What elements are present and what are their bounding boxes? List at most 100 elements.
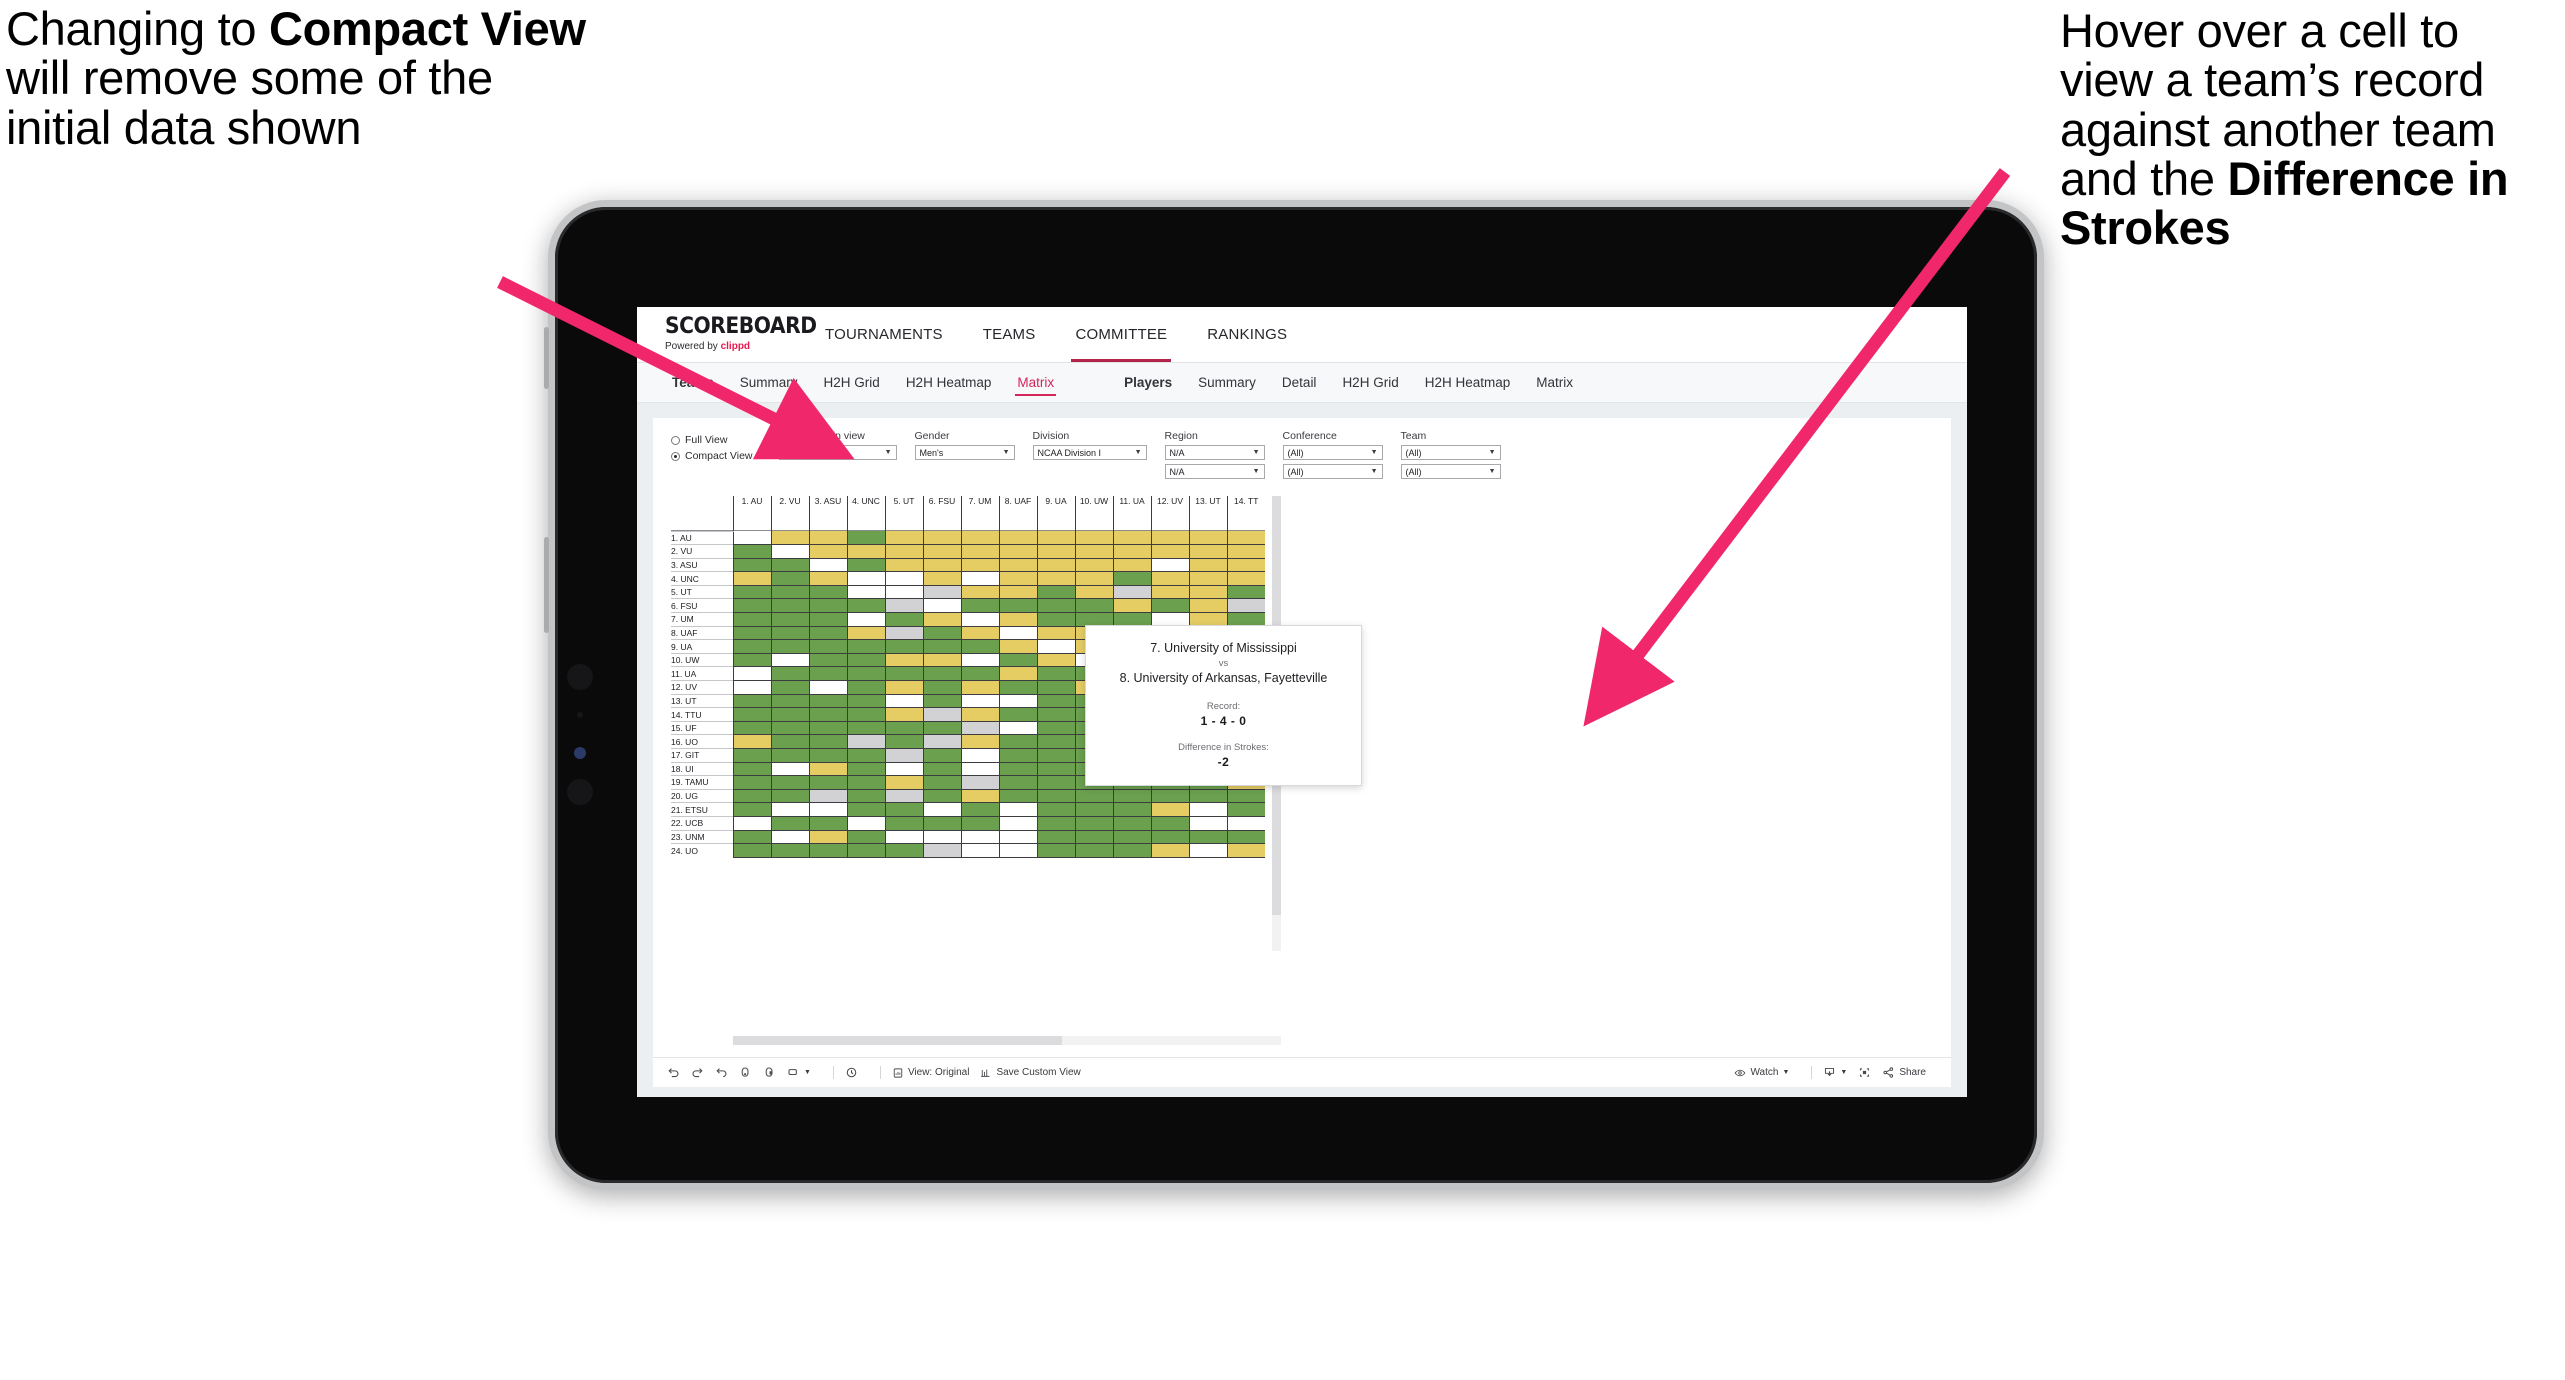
matrix-cell[interactable] bbox=[1074, 816, 1113, 831]
matrix-cell[interactable] bbox=[846, 707, 885, 722]
matrix-cell[interactable] bbox=[884, 680, 923, 695]
brand-logo[interactable]: SCOREBOARD Powered by clippd bbox=[637, 307, 817, 362]
matrix-cell[interactable] bbox=[998, 680, 1037, 695]
nav-item-committee[interactable]: COMMITTEE bbox=[1055, 307, 1187, 362]
matrix-cell[interactable] bbox=[922, 789, 961, 804]
matrix-cell[interactable] bbox=[770, 666, 809, 682]
matrix-cell[interactable] bbox=[770, 653, 809, 668]
matrix-cell[interactable] bbox=[1036, 544, 1075, 559]
matrix-cell[interactable] bbox=[846, 598, 885, 614]
matrix-cell[interactable] bbox=[998, 707, 1037, 722]
matrix-cell[interactable] bbox=[846, 721, 885, 736]
matrix-cell[interactable] bbox=[1150, 558, 1189, 573]
matrix-cell[interactable] bbox=[808, 707, 847, 722]
matrix-cell[interactable] bbox=[998, 802, 1037, 817]
matrix-cell[interactable] bbox=[846, 680, 885, 695]
matrix-cell[interactable] bbox=[1150, 816, 1189, 831]
matrix-cell[interactable] bbox=[960, 531, 999, 546]
matrix-cell[interactable] bbox=[1036, 626, 1075, 641]
pause-auto-updates-button[interactable] bbox=[763, 1066, 776, 1079]
matrix-cell[interactable] bbox=[1188, 802, 1227, 817]
matrix-cell[interactable] bbox=[770, 639, 809, 654]
matrix-cell[interactable] bbox=[922, 626, 961, 641]
matrix-cell[interactable] bbox=[1188, 531, 1227, 546]
filter-region-select-1[interactable]: N/A ▼ bbox=[1164, 445, 1265, 460]
nav-item-teams[interactable]: TEAMS bbox=[963, 307, 1056, 362]
tab-teams-h2h-grid[interactable]: H2H Grid bbox=[811, 363, 893, 403]
matrix-cell[interactable] bbox=[1188, 544, 1227, 559]
matrix-cell[interactable] bbox=[998, 666, 1037, 682]
matrix-cell[interactable] bbox=[884, 544, 923, 559]
matrix-cell[interactable] bbox=[732, 626, 771, 641]
matrix-cell[interactable] bbox=[732, 639, 771, 654]
matrix-cell[interactable] bbox=[960, 680, 999, 695]
matrix-cell[interactable] bbox=[884, 789, 923, 804]
matrix-cell[interactable] bbox=[1036, 762, 1075, 777]
matrix-cell[interactable] bbox=[732, 666, 771, 682]
matrix-cell[interactable] bbox=[960, 558, 999, 573]
nav-item-tournaments[interactable]: TOURNAMENTS bbox=[805, 307, 963, 362]
matrix-horizontal-scrollbar[interactable] bbox=[733, 1036, 1281, 1045]
matrix-cell[interactable] bbox=[808, 843, 847, 858]
matrix-cell[interactable] bbox=[808, 571, 847, 586]
undo-button[interactable] bbox=[667, 1066, 680, 1079]
matrix-cell[interactable] bbox=[808, 816, 847, 831]
matrix-cell[interactable] bbox=[998, 789, 1037, 804]
matrix-cell[interactable] bbox=[808, 598, 847, 614]
tab-players-h2h-grid[interactable]: H2H Grid bbox=[1329, 363, 1411, 403]
view-original-button[interactable]: View: Original bbox=[892, 1067, 969, 1079]
matrix-cell[interactable] bbox=[960, 598, 999, 614]
matrix-cell[interactable] bbox=[922, 762, 961, 777]
matrix-cell[interactable] bbox=[998, 544, 1037, 559]
matrix-cell[interactable] bbox=[922, 598, 961, 614]
matrix-cell[interactable] bbox=[960, 775, 999, 790]
matrix-cell[interactable] bbox=[960, 789, 999, 804]
matrix-cell[interactable] bbox=[960, 802, 999, 817]
matrix-cell[interactable] bbox=[1226, 544, 1265, 559]
matrix-cell[interactable] bbox=[1036, 653, 1075, 668]
matrix-cell[interactable] bbox=[1188, 816, 1227, 831]
matrix-cell[interactable] bbox=[732, 748, 771, 763]
matrix-cell[interactable] bbox=[732, 612, 771, 627]
matrix-cell[interactable] bbox=[1112, 531, 1151, 546]
matrix-cell[interactable] bbox=[808, 680, 847, 695]
matrix-cell[interactable] bbox=[1226, 816, 1265, 831]
matrix-cell[interactable] bbox=[1150, 789, 1189, 804]
matrix-cell[interactable] bbox=[808, 721, 847, 736]
matrix-cell[interactable] bbox=[808, 653, 847, 668]
matrix-cell[interactable] bbox=[1188, 830, 1227, 845]
matrix-cell[interactable] bbox=[998, 626, 1037, 641]
matrix-cell[interactable] bbox=[922, 585, 961, 600]
matrix-cell[interactable] bbox=[884, 639, 923, 654]
matrix-cell[interactable] bbox=[884, 598, 923, 614]
matrix-cell[interactable] bbox=[808, 789, 847, 804]
matrix-cell[interactable] bbox=[998, 571, 1037, 586]
matrix-cell[interactable] bbox=[1036, 585, 1075, 600]
matrix-cell[interactable] bbox=[960, 816, 999, 831]
matrix-cell[interactable] bbox=[732, 558, 771, 573]
filter-division-select[interactable]: NCAA Division I ▼ bbox=[1032, 445, 1147, 460]
matrix-cell[interactable] bbox=[846, 571, 885, 586]
matrix-cell[interactable] bbox=[846, 843, 885, 858]
matrix-cell[interactable] bbox=[1036, 666, 1075, 682]
matrix-cell[interactable] bbox=[1226, 789, 1265, 804]
matrix-cell[interactable] bbox=[1036, 816, 1075, 831]
matrix-cell[interactable] bbox=[770, 707, 809, 722]
matrix-cell[interactable] bbox=[922, 721, 961, 736]
matrix-cell[interactable] bbox=[884, 775, 923, 790]
matrix-cell[interactable] bbox=[770, 830, 809, 845]
matrix-cell[interactable] bbox=[1036, 707, 1075, 722]
matrix-cell[interactable] bbox=[1112, 558, 1151, 573]
matrix-cell[interactable] bbox=[960, 626, 999, 641]
matrix-cell[interactable] bbox=[998, 762, 1037, 777]
nav-item-rankings[interactable]: RANKINGS bbox=[1187, 307, 1307, 362]
filter-max-teams-select[interactable]: Top 50 ▼ bbox=[778, 445, 897, 460]
matrix-cell[interactable] bbox=[922, 707, 961, 722]
matrix-cell[interactable] bbox=[732, 544, 771, 559]
matrix-cell[interactable] bbox=[1112, 802, 1151, 817]
revert-button[interactable] bbox=[715, 1066, 728, 1079]
history-button[interactable] bbox=[845, 1066, 858, 1079]
filter-team-select-2[interactable]: (All) ▼ bbox=[1400, 464, 1501, 479]
matrix-cell[interactable] bbox=[1036, 598, 1075, 614]
matrix-cell[interactable] bbox=[770, 789, 809, 804]
